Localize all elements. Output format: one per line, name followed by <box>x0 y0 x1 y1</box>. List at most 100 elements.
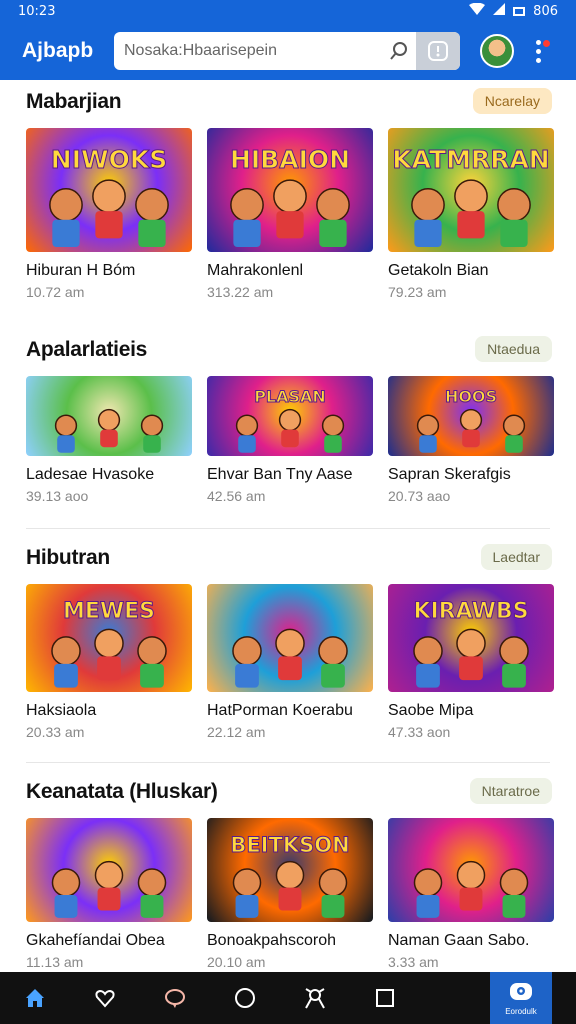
signal-icon <box>493 3 506 19</box>
section-divider <box>26 528 550 529</box>
game-art <box>54 408 164 453</box>
game-thumbnail[interactable] <box>207 584 373 692</box>
game-thumbnail[interactable]: HIBAION <box>207 128 373 252</box>
game-thumbnail[interactable]: KATMRRAN <box>388 128 554 252</box>
more-menu-button[interactable] <box>526 36 550 66</box>
game-thumbnail[interactable] <box>388 818 554 922</box>
game-card[interactable]: PLASAN Ehvar Ban Tny Aase 42.56 am <box>207 376 373 504</box>
app-logo[interactable]: Ajbapb <box>22 39 114 63</box>
game-art-title: PLASAN <box>254 387 327 407</box>
avatar[interactable] <box>480 34 514 68</box>
game-title[interactable]: Hiburan H Bóm <box>26 262 192 280</box>
game-art-title: BEITKSON <box>230 832 350 857</box>
main-content[interactable]: Mabarjian Ncarelay NIWOKS Hiburan H Bóm 10.7… <box>0 80 576 970</box>
game-title[interactable]: Getakoln Bian <box>388 262 554 280</box>
game-thumbnail[interactable]: MEWES <box>26 584 192 692</box>
section-header: Mabarjian Ncarelay <box>0 80 576 120</box>
section-title: Apalarlatieis <box>26 338 147 361</box>
status-time: 10:23 <box>18 3 56 19</box>
nav-library[interactable] <box>350 972 420 1024</box>
nav-discover[interactable] <box>210 972 280 1024</box>
game-card[interactable]: Ladesae Hvasoke 39.13 aoo <box>26 376 192 504</box>
section-header: Apalarlatieis Ntaedua <box>0 328 576 368</box>
nav-chat[interactable] <box>140 972 210 1024</box>
see-all-button[interactable]: Ntaedua <box>475 336 552 362</box>
game-art-title: KATMRRAN <box>392 145 550 175</box>
game-title[interactable]: Ladesae Hvasoke <box>26 466 192 484</box>
game-card[interactable]: KIRAWBS Saobe Mipa 47.33 aon <box>388 584 554 740</box>
game-title[interactable]: Gkahefíandai Obea <box>26 932 192 950</box>
square-icon <box>376 989 394 1007</box>
game-card[interactable]: Gkahefíandai Obea 11.13 am <box>26 818 192 970</box>
search-input[interactable] <box>114 32 384 70</box>
game-thumbnail[interactable] <box>26 376 192 456</box>
game-card[interactable]: Naman Gaan Sabo. 3.33 am <box>388 818 554 970</box>
section-title: Hibutran <box>26 546 110 569</box>
game-art-title: HOOS <box>444 387 498 407</box>
game-title[interactable]: Naman Gaan Sabo. <box>388 932 554 950</box>
game-meta: 22.12 am <box>207 724 266 740</box>
search-box <box>114 32 460 70</box>
game-thumbnail[interactable]: BEITKSON <box>207 818 373 922</box>
see-all-button[interactable]: Ncarelay <box>472 88 552 114</box>
game-card[interactable]: HOOS Sapran Skerafgis 20.73 aao <box>388 376 554 504</box>
game-meta: 313.22 am <box>207 284 274 300</box>
see-all-button[interactable]: Laedtar <box>480 544 552 570</box>
nav-favorites[interactable] <box>70 972 140 1024</box>
section-title: Keanatata (Hluskar) <box>26 780 218 803</box>
status-right-text: 806 <box>533 3 558 19</box>
game-card[interactable]: KATMRRAN Getakoln Bian 79.23 am <box>388 128 554 300</box>
game-thumbnail[interactable]: NIWOKS <box>26 128 192 252</box>
game-thumbnail[interactable]: KIRAWBS <box>388 584 554 692</box>
section: Hibutran Laedtar MEWES Haksiaola 20.33 am Hat… <box>0 536 576 740</box>
section: Keanatata (Hluskar) Ntaratroe Gkahefíandai… <box>0 770 576 970</box>
nav-profile[interactable] <box>280 972 350 1024</box>
game-title[interactable]: Haksiaola <box>26 702 192 720</box>
game-meta: 39.13 aoo <box>26 488 89 504</box>
game-art-title: KIRAWBS <box>413 599 529 625</box>
section-header: Keanatata (Hluskar) Ntaratroe <box>0 770 576 810</box>
see-all-button[interactable]: Ntaratroe <box>469 778 552 804</box>
game-title[interactable]: Saobe Mipa <box>388 702 554 720</box>
game-meta: 11.13 am <box>26 954 84 970</box>
game-meta: 47.33 aon <box>388 724 451 740</box>
game-title[interactable]: Mahrakonlenl <box>207 262 373 280</box>
game-thumbnail[interactable]: HOOS <box>388 376 554 456</box>
game-art <box>413 860 529 918</box>
game-meta: 3.33 am <box>388 954 439 970</box>
game-card[interactable]: MEWES Haksiaola 20.33 am <box>26 584 192 740</box>
game-meta: 20.10 am <box>207 954 266 970</box>
game-card[interactable]: HIBAION Mahrakonlenl 313.22 am <box>207 128 373 300</box>
game-meta: 20.33 am <box>26 724 85 740</box>
home-icon <box>26 989 44 1007</box>
game-title[interactable]: Sapran Skerafgis <box>388 466 554 484</box>
heart-icon <box>95 989 115 1008</box>
game-meta: 10.72 am <box>26 284 85 300</box>
game-card[interactable]: HatPorman Koerabu 22.12 am <box>207 584 373 740</box>
nav-active-tab[interactable]: Eorodulk <box>490 972 552 1024</box>
wifi-icon <box>469 2 486 19</box>
game-card[interactable]: NIWOKS Hiburan H Bóm 10.72 am <box>26 128 192 300</box>
voice-icon <box>428 41 448 61</box>
game-title[interactable]: HatPorman Koerabu <box>207 702 373 720</box>
game-thumbnail[interactable]: PLASAN <box>207 376 373 456</box>
status-bar: 10:23 806 <box>0 0 576 22</box>
nav-home[interactable] <box>0 972 70 1024</box>
game-title[interactable]: Ehvar Ban Tny Aase <box>207 466 373 484</box>
game-art-title: NIWOKS <box>50 145 168 175</box>
game-meta: 20.73 aao <box>388 488 451 504</box>
game-meta: 42.56 am <box>207 488 266 504</box>
game-card[interactable]: BEITKSON Bonoakpahscoroh 20.10 am <box>207 818 373 970</box>
game-art-title: HIBAION <box>229 145 351 175</box>
battery-icon <box>513 6 526 16</box>
app-bar: Ajbapb <box>0 22 576 80</box>
voice-search-button[interactable] <box>416 32 460 70</box>
person-icon <box>305 988 325 1009</box>
game-title[interactable]: Bonoakpahscoroh <box>207 932 373 950</box>
game-meta: 79.23 am <box>388 284 447 300</box>
game-thumbnail[interactable] <box>26 818 192 922</box>
chat-icon <box>165 989 185 1008</box>
chat-bubble-icon <box>510 982 532 1000</box>
nav-active-label: Eorodulk <box>505 1006 537 1016</box>
search-icon[interactable] <box>384 32 414 70</box>
